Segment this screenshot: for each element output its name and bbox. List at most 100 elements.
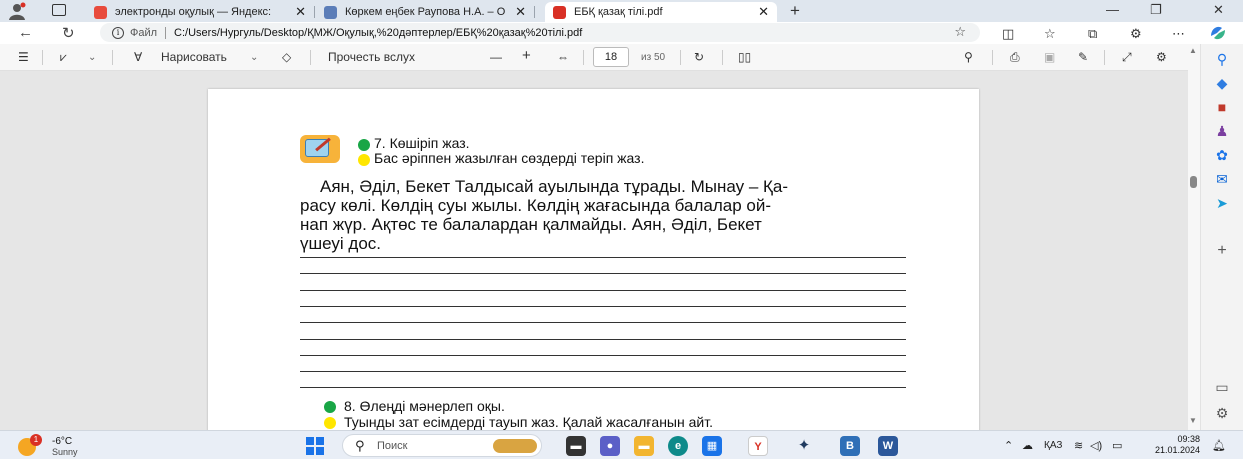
tab-pdf[interactable]: ЕБҚ қазақ тілі.pdf ✕: [545, 2, 777, 22]
pdf-viewer[interactable]: 7. Көшіріп жаз. Бас әріппен жазылған сөз…: [0, 71, 1188, 430]
file-explorer-icon[interactable]: ▬: [634, 436, 654, 456]
minimize-icon[interactable]: —: [1106, 2, 1119, 17]
chat-icon[interactable]: ●: [600, 436, 620, 456]
chevron-down-icon[interactable]: ⌄: [250, 52, 258, 63]
task8-title: 8. Өлеңді мәнерлеп оқы.: [344, 398, 505, 414]
extensions-icon[interactable]: ⚙: [1130, 26, 1142, 42]
task-view-icon[interactable]: ▬: [566, 436, 586, 456]
wifi-icon[interactable]: ≋: [1074, 439, 1083, 452]
settings-gear-icon[interactable]: ⚙: [1213, 404, 1231, 422]
print-icon[interactable]: ⎙: [1010, 50, 1020, 65]
clock[interactable]: 09:38 21.01.2024: [1146, 434, 1200, 456]
tag-icon[interactable]: ◆: [1213, 74, 1231, 92]
split-screen-icon[interactable]: ◫: [1002, 26, 1014, 42]
close-tab-icon[interactable]: ✕: [758, 4, 769, 20]
sidebar-toggle-icon[interactable]: ▭: [1213, 378, 1231, 396]
battery-icon[interactable]: ▭: [1112, 439, 1122, 452]
yandex-favicon-icon: [94, 5, 107, 19]
yandex-browser-icon[interactable]: Y: [748, 436, 768, 456]
copilot-sidebar-icon[interactable]: ✿: [1213, 146, 1231, 164]
draw-icon[interactable]: ∀: [134, 50, 142, 64]
tab-korkem[interactable]: Көркем еңбек Раупова Н.А. – О ✕: [316, 2, 535, 22]
save-as-icon[interactable]: ✎: [1078, 50, 1088, 64]
scroll-up-icon[interactable]: ▲: [1189, 46, 1197, 55]
paragraph-line: расу көлі. Көлдің суы жылы. Көлдің жағас…: [300, 196, 771, 215]
contents-icon[interactable]: ☰: [18, 50, 29, 64]
close-tab-icon[interactable]: ✕: [515, 4, 526, 20]
paragraph-line: Аян, Әділ, Бекет Талдысай ауылында тұрад…: [320, 177, 789, 196]
scroll-thumb[interactable]: [1190, 176, 1197, 188]
paragraph-line: нап жүр. Ақтөс те балалардан қалмайды. А…: [300, 215, 762, 234]
back-icon[interactable]: ←: [18, 24, 33, 41]
highlight-icon[interactable]: ⩗: [60, 50, 67, 65]
search-icon[interactable]: ⚲: [1213, 50, 1231, 68]
eraser-icon[interactable]: ◇: [282, 50, 291, 64]
weather-condition: Sunny: [52, 447, 78, 457]
tab-yandex[interactable]: электронды оқулық — Яндекс: ✕: [86, 2, 315, 22]
send-icon[interactable]: ➤: [1213, 194, 1231, 212]
page-view-icon[interactable]: ▯▯: [738, 50, 751, 64]
add-icon[interactable]: +: [1213, 242, 1231, 260]
favorite-star-icon[interactable]: ☆: [954, 24, 966, 40]
copilot-icon[interactable]: [1208, 24, 1228, 42]
weather-widget[interactable]: 1 -6°C Sunny: [18, 434, 98, 458]
exercise-icon: [300, 135, 340, 163]
tab-actions-icon[interactable]: [52, 4, 66, 16]
scroll-down-icon[interactable]: ▼: [1189, 416, 1197, 425]
close-window-icon[interactable]: ✕: [1213, 2, 1224, 18]
close-tab-icon[interactable]: ✕: [295, 4, 306, 20]
collections-icon[interactable]: ⧉: [1088, 26, 1097, 42]
save-icon[interactable]: ▣: [1044, 50, 1055, 64]
info-icon[interactable]: i: [112, 26, 124, 39]
new-tab-button[interactable]: +: [790, 1, 800, 21]
volume-icon[interactable]: ◁): [1090, 439, 1102, 452]
green-dot-icon: [324, 401, 336, 413]
task8-instruction: Туынды зат есімдерді тауып жаз. Қалай жа…: [344, 414, 713, 430]
edge-sidebar: ⚲ ◆ ■ ♟ ✿ ✉ ➤ + ▭ ⚙: [1200, 44, 1243, 430]
fullscreen-icon[interactable]: ⤢: [1122, 50, 1132, 65]
tools-icon[interactable]: ♟: [1213, 122, 1231, 140]
chevron-down-icon[interactable]: ⌄: [88, 52, 96, 63]
vk-icon[interactable]: В: [840, 436, 860, 456]
zoom-in-icon[interactable]: +: [522, 47, 531, 64]
writing-line: [300, 354, 906, 356]
address-input[interactable]: i Файл C:/Users/Нургуль/Desktop/ҚМЖ/Оқул…: [100, 23, 980, 42]
taskbar-search-input[interactable]: ⚲ Поиск: [342, 434, 542, 457]
page-number-input[interactable]: 18: [593, 47, 629, 67]
url-text[interactable]: C:/Users/Нургуль/Desktop/ҚМЖ/Оқулық,%20д…: [174, 27, 582, 39]
search-icon[interactable]: ⚲: [964, 50, 973, 64]
word-icon[interactable]: W: [878, 436, 898, 456]
outlook-icon[interactable]: ✉: [1213, 170, 1231, 188]
more-menu-icon[interactable]: ⋯: [1172, 26, 1185, 42]
task7-instruction: Бас әріппен жазылған сөздерді теріп жаз.: [374, 150, 645, 166]
green-dot-icon: [358, 139, 370, 151]
store-icon[interactable]: ▦: [702, 436, 722, 456]
yellow-dot-icon: [324, 417, 336, 429]
vertical-scrollbar[interactable]: ▲ ▼: [1188, 44, 1200, 430]
chevron-up-icon[interactable]: ⌃: [1004, 439, 1013, 452]
edge-icon[interactable]: e: [668, 436, 688, 456]
search-highlight-icon: [493, 439, 537, 453]
read-aloud-button[interactable]: Прочесть вслух: [328, 50, 415, 64]
cloud-icon[interactable]: ☁: [1022, 439, 1033, 452]
draw-button[interactable]: Нарисовать: [161, 50, 227, 64]
refresh-icon[interactable]: ↻: [62, 24, 75, 42]
fit-to-page-icon[interactable]: ⇔: [557, 50, 569, 64]
start-button[interactable]: [306, 437, 324, 455]
profile-icon[interactable]: [8, 2, 26, 20]
pdf-favicon-icon: [553, 5, 566, 19]
language-indicator[interactable]: ҚАЗ: [1044, 440, 1062, 451]
tab-strip: электронды оқулық — Яндекс: ✕ Көркем еңб…: [0, 0, 1243, 22]
shopping-icon[interactable]: ■: [1213, 98, 1231, 116]
settings-gear-icon[interactable]: ⚙: [1156, 50, 1167, 64]
task7-title: 7. Көшіріп жаз.: [374, 135, 470, 151]
dropbox-icon[interactable]: ✦: [794, 436, 814, 456]
rotate-icon[interactable]: ↻: [694, 50, 704, 64]
favorites-icon[interactable]: ☆: [1044, 26, 1056, 42]
zoom-out-icon[interactable]: —: [490, 50, 502, 64]
date: 21.01.2024: [1154, 445, 1200, 455]
restore-icon[interactable]: ❐: [1150, 2, 1162, 18]
tab-title: Көркем еңбек Раупова Н.А. – О: [345, 6, 506, 18]
writing-line: [300, 338, 906, 340]
notifications-bell-icon[interactable]: 🔔︎: [1212, 439, 1226, 452]
